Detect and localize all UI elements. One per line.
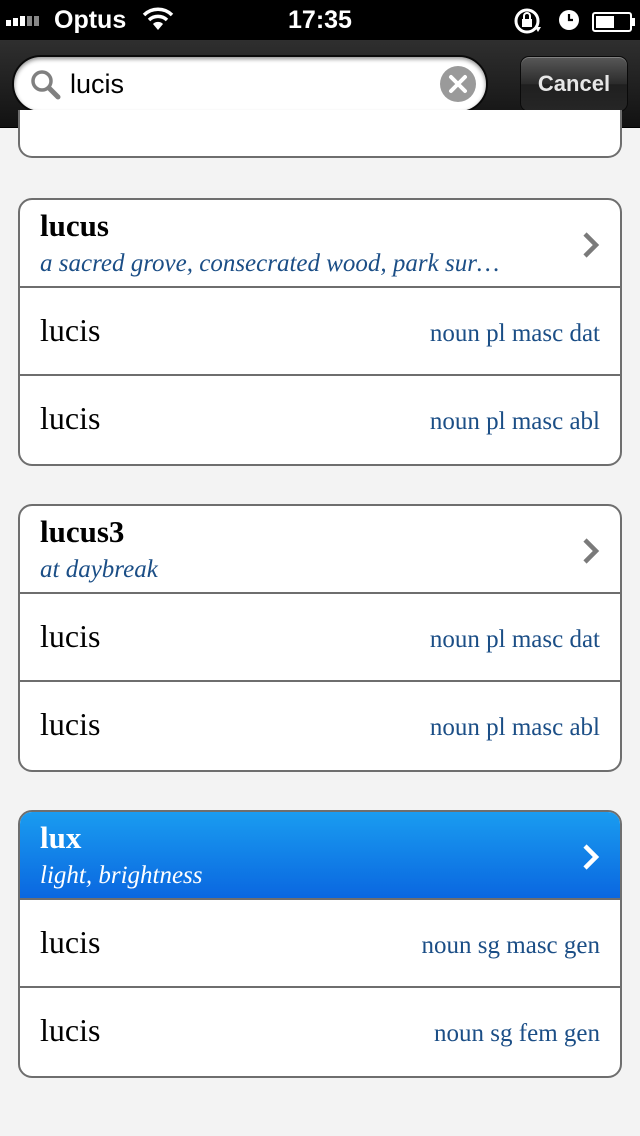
form-word: lucis <box>40 400 101 436</box>
entry-headword: lucus <box>40 208 109 243</box>
rotation-lock-icon <box>512 7 544 42</box>
form-parse: noun sg masc gen <box>421 932 600 959</box>
entry-headword: lux <box>40 820 82 855</box>
entry-card: lucus a sacred grove, consecrated wood, … <box>18 198 622 466</box>
form-row[interactable]: lucis noun pl masc dat <box>20 594 620 682</box>
form-row[interactable]: lucis noun pl masc dat <box>20 288 620 376</box>
form-parse: noun pl masc abl <box>429 408 600 435</box>
entry-gloss: light, brightness <box>40 862 203 889</box>
chevron-right-icon <box>582 843 600 876</box>
form-word: lucis <box>40 1012 101 1048</box>
alarm-icon <box>558 9 580 38</box>
entry-headword: lucus3 <box>40 514 125 549</box>
form-row[interactable]: lucis noun sg fem gen <box>20 988 620 1076</box>
form-word: lucis <box>40 312 101 348</box>
form-parse: noun pl masc abl <box>429 714 600 741</box>
entry-header[interactable]: lux light, brightness <box>20 812 620 900</box>
entry-gloss: at daybreak <box>40 556 158 583</box>
search-input[interactable] <box>70 57 430 111</box>
cancel-button[interactable]: Cancel <box>520 56 628 112</box>
search-field[interactable] <box>12 55 488 113</box>
form-row[interactable]: lucis noun pl masc abl <box>20 376 620 464</box>
battery-icon <box>592 10 636 39</box>
entry-header[interactable]: lucus3 at daybreak <box>20 506 620 594</box>
form-parse: noun sg fem gen <box>434 1020 600 1047</box>
entry-card: lucus3 at daybreak lucis noun pl masc da… <box>18 504 622 772</box>
form-parse: noun pl masc dat <box>429 320 600 347</box>
form-word: lucis <box>40 706 101 742</box>
entry-header[interactable]: lucus a sacred grove, consecrated wood, … <box>20 200 620 288</box>
form-row[interactable]: lucis noun sg masc gen <box>20 900 620 988</box>
search-icon <box>30 69 62 106</box>
clear-search-icon[interactable] <box>440 66 476 102</box>
chevron-right-icon <box>582 231 600 264</box>
form-parse: noun pl masc dat <box>429 626 600 653</box>
entry-card-selected: lux light, brightness lucis noun sg masc… <box>18 810 622 1078</box>
form-word: lucis <box>40 618 101 654</box>
previous-entry-card <box>18 110 622 158</box>
status-bar: Optus 17:35 <box>0 0 640 40</box>
clock: 17:35 <box>288 6 352 34</box>
form-word: lucis <box>40 924 101 960</box>
form-row[interactable]: lucis noun pl masc abl <box>20 682 620 770</box>
chevron-right-icon <box>582 537 600 570</box>
entry-gloss: a sacred grove, consecrated wood, park s… <box>40 250 500 277</box>
